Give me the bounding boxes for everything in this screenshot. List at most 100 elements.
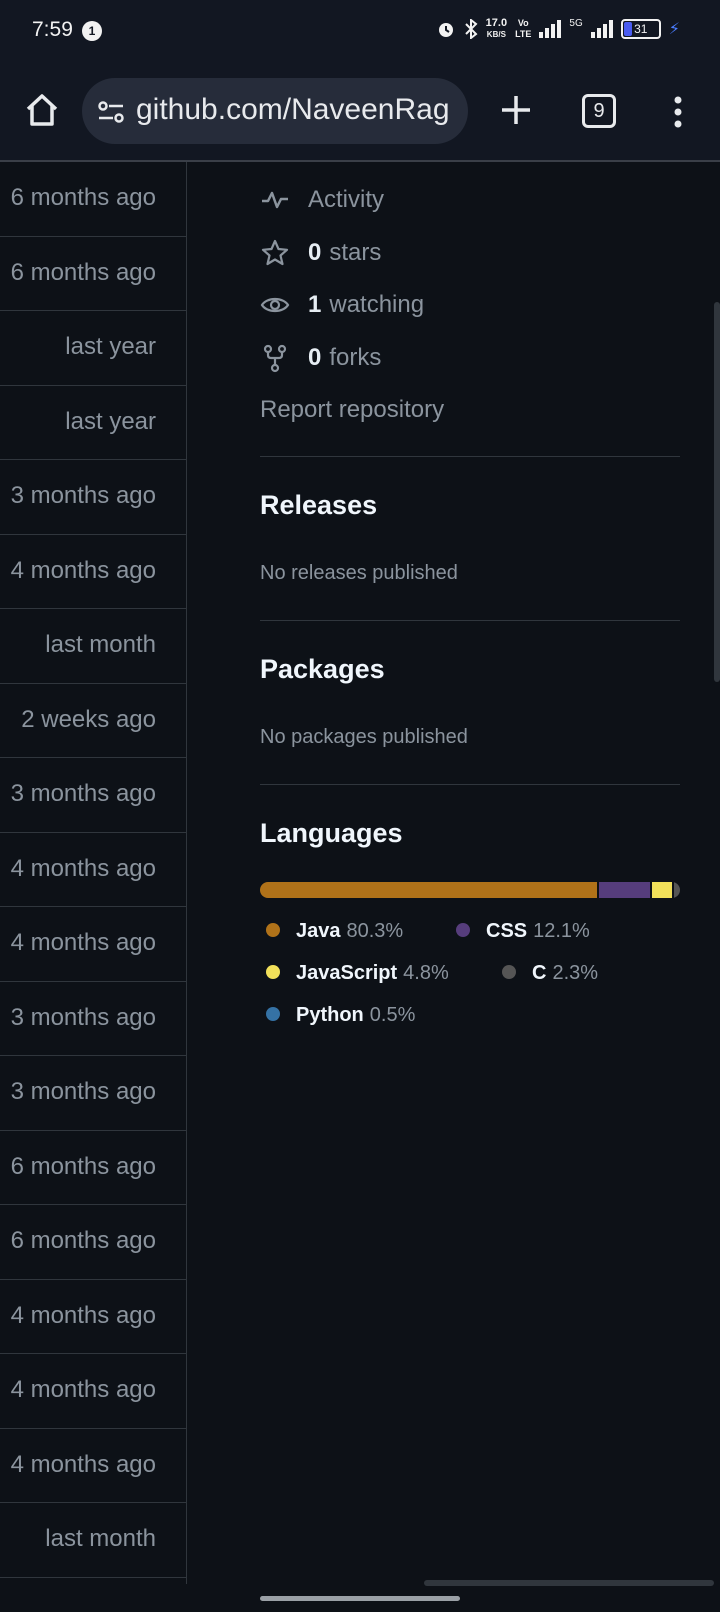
file-row[interactable]: 3 months ago: [0, 982, 186, 1056]
file-updated-time: 2 weeks ago: [21, 705, 156, 733]
notification-badge: 1: [82, 21, 102, 41]
file-updated-time: 6 months ago: [10, 184, 156, 211]
home-icon[interactable]: [22, 90, 62, 130]
divider: [260, 784, 680, 785]
tab-switcher-button[interactable]: 9: [582, 94, 616, 128]
language-item-css[interactable]: CSS 12.1%: [456, 920, 590, 943]
javascript-color-dot: [266, 965, 280, 980]
gesture-home-bar[interactable]: [260, 1596, 460, 1601]
releases-empty-text: No releases published: [260, 562, 458, 584]
file-updated-time: 4 months ago: [10, 556, 156, 584]
css-color-dot: [456, 923, 470, 938]
battery-icon: 31: [620, 19, 661, 39]
stars-label: stars: [329, 238, 382, 266]
eye-icon: [260, 298, 290, 313]
packages-empty-text: No packages published: [260, 726, 468, 748]
divider: [260, 456, 680, 457]
overflow-menu-icon[interactable]: [666, 92, 690, 132]
file-row[interactable]: 4 months ago: [0, 1354, 186, 1429]
releases-heading[interactable]: Releases: [260, 490, 377, 521]
file-updated-time: 3 months ago: [10, 1078, 156, 1105]
activity-label: Activity: [308, 186, 385, 214]
file-updated-time: 6 months ago: [10, 1227, 156, 1254]
file-updated-time: last year: [65, 333, 156, 360]
file-updated-time: 3 months ago: [10, 482, 156, 509]
file-updated-time: 6 months ago: [10, 1152, 156, 1180]
forks-count: 0: [308, 343, 322, 371]
charging-icon: ⚡: [668, 21, 680, 38]
status-time: 7:59: [32, 18, 73, 41]
file-updated-time: last month: [45, 631, 156, 658]
bluetooth-icon: [464, 19, 478, 39]
alarm-icon: [438, 23, 453, 37]
status-bar: 7:59 1 17.0 KB/S Vo LTE 5G 31 ⚡: [0, 0, 720, 64]
vertical-scrollbar[interactable]: [714, 302, 720, 682]
file-row[interactable]: 3 months ago: [0, 1056, 186, 1131]
file-row[interactable]: 6 months ago: [0, 162, 186, 237]
file-row[interactable]: 4 months ago: [0, 907, 186, 982]
file-updated-time: 4 months ago: [10, 1450, 156, 1478]
volte-indicator: Vo LTE: [515, 18, 532, 39]
stars-link[interactable]: 0 stars: [260, 227, 680, 280]
file-row[interactable]: 4 months ago: [0, 833, 186, 907]
file-row[interactable]: 3 months ago: [0, 460, 186, 535]
file-row[interactable]: 6 months ago: [0, 1131, 186, 1205]
watching-link[interactable]: 1 watching: [260, 279, 680, 332]
report-repository-link[interactable]: Report repository: [260, 384, 680, 436]
site-settings-icon[interactable]: [96, 97, 126, 127]
language-item-javascript[interactable]: JavaScript 4.8%: [266, 962, 449, 985]
language-item-c[interactable]: C 2.3%: [502, 962, 598, 985]
file-row[interactable]: 4 months ago: [0, 1280, 186, 1354]
file-row[interactable]: last month: [0, 1503, 186, 1578]
star-icon: [261, 239, 289, 265]
pulse-icon: [262, 192, 288, 209]
language-bar: [260, 882, 680, 898]
file-row[interactable]: last month: [0, 609, 186, 684]
horizontal-scrollbar[interactable]: [424, 1580, 714, 1586]
file-updated-time: 3 months ago: [10, 780, 156, 807]
file-row[interactable]: 6 months ago: [0, 1205, 186, 1280]
languages-heading: Languages: [260, 818, 403, 848]
url-text[interactable]: github.com/NaveenRag: [136, 93, 450, 127]
file-updated-time: 4 months ago: [10, 929, 156, 956]
address-bar[interactable]: github.com/NaveenRag: [82, 78, 468, 144]
file-updated-time: last month: [45, 1525, 156, 1552]
java-color-dot: [266, 923, 280, 938]
signal-2-icon: [590, 20, 613, 38]
file-row[interactable]: 4 months ago: [0, 535, 186, 609]
file-updated-time: 4 months ago: [10, 854, 156, 882]
file-row[interactable]: 2 weeks ago: [0, 684, 186, 758]
language-bar-segment-java: [260, 882, 598, 898]
language-bar-segment-javascript: [652, 882, 673, 898]
packages-heading[interactable]: Packages: [260, 654, 385, 685]
python-color-dot: [266, 1007, 280, 1022]
file-updated-time: 4 months ago: [10, 1301, 156, 1329]
file-list: 6 months ago 6 months ago last year last…: [0, 162, 187, 1584]
file-row[interactable]: last year: [0, 386, 186, 460]
net-speed: 17.0 KB/S: [485, 17, 508, 40]
language-bar-segment-css: [599, 882, 651, 898]
forks-link[interactable]: 0 forks: [260, 332, 680, 385]
file-row[interactable]: last year: [0, 311, 186, 386]
language-item-java[interactable]: Java 80.3%: [266, 920, 403, 943]
status-icons: 17.0 KB/S Vo LTE 5G 31 ⚡: [436, 18, 680, 40]
new-tab-icon[interactable]: [496, 90, 536, 130]
network-type: 5G: [569, 18, 583, 29]
browser-toolbar: github.com/NaveenRag 9: [0, 64, 720, 162]
file-updated-time: 3 months ago: [10, 1003, 156, 1031]
file-updated-time: 4 months ago: [10, 1376, 156, 1403]
file-updated-time: 6 months ago: [10, 258, 156, 286]
divider: [260, 620, 680, 621]
activity-link[interactable]: Activity: [260, 174, 680, 227]
signal-icon: [539, 20, 562, 38]
stars-count: 0: [308, 238, 322, 266]
c-color-dot: [502, 965, 516, 980]
language-item-python[interactable]: Python 0.5%: [266, 1004, 415, 1027]
watching-count: 1: [308, 291, 322, 319]
file-row[interactable]: 4 months ago: [0, 1429, 186, 1503]
file-row[interactable]: 3 months ago: [0, 758, 186, 833]
fork-icon: [263, 344, 287, 372]
watching-label: watching: [329, 291, 425, 319]
file-row[interactable]: 6 months ago: [0, 237, 186, 311]
forks-label: forks: [329, 343, 382, 371]
